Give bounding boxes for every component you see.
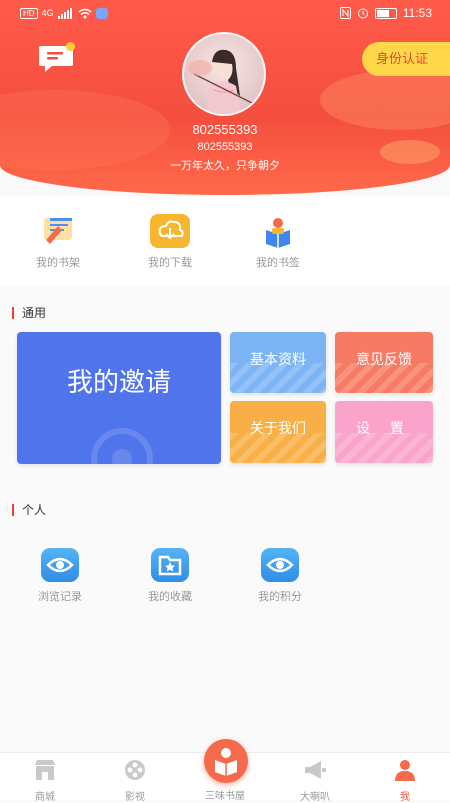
personal-section-title: 个人 [12,504,46,516]
feedback-card[interactable]: 意见反馈 [335,332,433,393]
alarm-icon [357,8,368,19]
network-label: 4G [41,8,54,18]
eye-points-icon [261,548,299,582]
feedback-label: 意见反馈 [356,351,412,367]
user-motto: 一万年太久，只争朝夕 [170,160,280,172]
bottom-tab-bar: 商城 影视 三味书屋 大喇叭 我 [0,739,450,803]
bookmark-button[interactable]: 我的书签 [238,214,318,270]
status-time: 11:53 [402,6,432,20]
header-decoration [320,70,450,130]
star-folder-icon [151,548,189,582]
tab-store-label: 商城 [35,792,55,803]
general-section-title: 通用 [12,307,46,319]
eye-icon [41,548,79,582]
tab-store[interactable]: 商城 [0,753,90,803]
tab-bookhouse[interactable]: 三味书屋 [180,739,270,802]
reader-icon [204,739,248,783]
tab-me-label: 我 [400,792,410,803]
bookshelf-button[interactable]: 我的书架 [18,214,98,270]
invite-decoration-icon [91,428,153,464]
history-label: 浏览记录 [38,591,82,603]
tab-film-label: 影视 [125,792,145,803]
card-pattern [335,433,433,463]
avatar-image [188,49,255,114]
battery-icon [374,7,397,19]
tab-megaphone[interactable]: 大喇叭 [270,753,360,803]
quick-actions: 我的书架 我的下载 我的书签 [0,196,450,286]
app-icon [95,8,108,19]
bookmark-reader-icon [258,214,298,248]
nfc-icon [339,7,351,19]
card-pattern [230,433,326,463]
settings-card[interactable]: 设 置 [335,401,433,463]
invite-label: 我的邀请 [66,367,171,397]
signal-icon [57,8,72,19]
points-label: 我的积分 [258,591,302,603]
status-bar: HD 4G 11:53 [0,0,450,30]
user-id-secondary: 802555393 [197,141,253,153]
store-icon [35,760,55,780]
download-button[interactable]: 我的下载 [130,214,210,270]
about-us-card[interactable]: 关于我们 [230,401,326,463]
basic-info-card[interactable]: 基本资料 [230,332,326,393]
history-button[interactable]: 浏览记录 [20,548,100,604]
bookshelf-icon [38,214,78,248]
settings-label: 设 置 [356,420,412,436]
card-pattern [335,363,433,393]
tab-film[interactable]: 影视 [90,753,180,803]
megaphone-icon [305,761,326,779]
about-us-label: 关于我们 [250,420,306,436]
cloud-download-icon [150,214,190,248]
bookshelf-label: 我的书架 [36,257,80,269]
profile-header: HD 4G 11:53 身份认证 802555393 802555393 一万年… [0,0,450,195]
hd-icon: HD [20,8,38,19]
invite-card[interactable]: 我的邀请 [17,332,221,464]
bookmark-label: 我的书签 [256,257,300,269]
identity-verify-button[interactable]: 身份认证 [362,42,450,76]
person-icon [395,760,415,781]
film-icon [125,760,145,780]
avatar[interactable] [182,32,266,116]
personal-items: 浏览记录 我的收藏 我的积分 [0,530,450,620]
favorites-label: 我的收藏 [148,591,192,603]
user-id: 802555393 [192,122,258,137]
tab-me[interactable]: 我 [360,753,450,803]
wifi-icon [78,8,92,19]
favorites-button[interactable]: 我的收藏 [130,548,210,604]
download-label: 我的下载 [148,257,192,269]
points-button[interactable]: 我的积分 [240,548,320,604]
tab-megaphone-label: 大喇叭 [300,792,330,803]
card-pattern [230,363,326,393]
basic-info-label: 基本资料 [250,351,306,367]
message-badge [66,42,75,51]
